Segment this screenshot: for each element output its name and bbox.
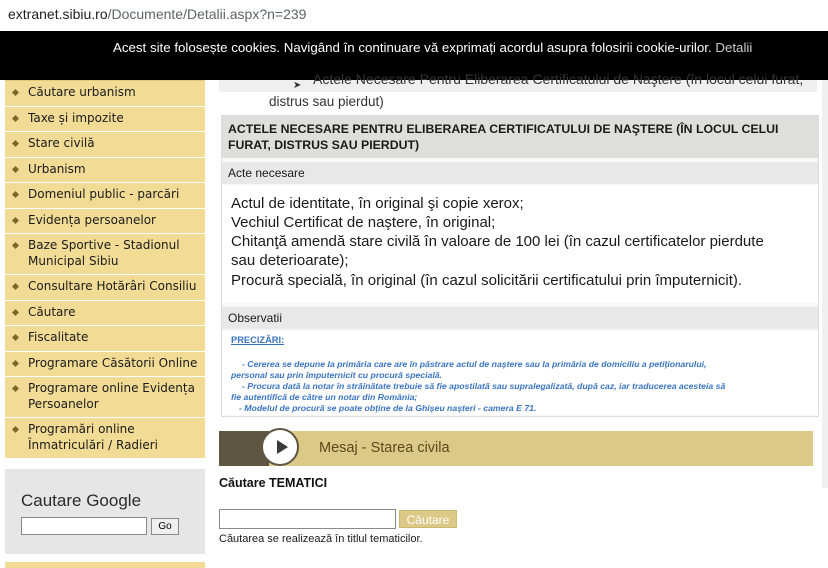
sidebar-item-label: Căutare — [28, 304, 76, 319]
bullet-icon — [11, 139, 20, 148]
sidebar-menu: Căutare urbanism Taxe și impozite Stare … — [5, 80, 205, 459]
sidebar-item-label: Căutare urbanism — [28, 85, 136, 99]
sidebar-item-label: Consultare Hotărâri Consiliu — [28, 279, 197, 293]
bullet-icon — [11, 88, 20, 97]
bullet-icon — [11, 165, 20, 173]
sidebar-item-label: Stare civilă — [28, 136, 95, 150]
bullet-icon — [11, 359, 20, 367]
search-tematici-title: Căutare TEMATICI — [219, 476, 328, 490]
sidebar-item-consultare-hotarari[interactable]: Consultare Hotărâri Consiliu — [5, 275, 205, 301]
sidebar-item-label: Domeniul public - parcări — [28, 187, 180, 201]
google-search-box: Cautare Google Go — [5, 469, 205, 554]
sidebar-item-programare-evidenta[interactable]: Programare online Evidența Persoanelor — [5, 377, 205, 418]
sidebar-item-taxe-impozite[interactable]: Taxe și impozite — [5, 107, 205, 132]
acte-necesare-header: Acte necesare — [222, 162, 818, 184]
search-tematici-note: Căutarea se realizează în titlul tematic… — [219, 533, 423, 545]
url-path: /Documente/Detalii.aspx?n=239 — [107, 6, 307, 22]
acte-line: Actul de identitate, în original şi copi… — [231, 195, 524, 212]
bullet-icon — [11, 308, 20, 316]
play-triangle-icon — [277, 440, 288, 454]
scrollbar-gap — [822, 488, 828, 568]
acte-line: Chitanţă amendă stare civilă în valoare … — [231, 233, 764, 250]
scrollbar-track[interactable] — [822, 80, 828, 488]
sidebar-item-domeniul-public[interactable]: Domeniul public - parcări — [5, 183, 205, 209]
sidebar-item-label: Programări online Înmatriculări / Radier… — [28, 422, 159, 452]
address-bar[interactable]: extranet.sibiu.ro/Documente/Detalii.aspx… — [0, 0, 828, 31]
sidebar-item-baze-sportive[interactable]: Baze Sportive - Stadionul Municipal Sibi… — [5, 234, 205, 275]
bullet-icon — [11, 190, 20, 199]
bullet-icon — [11, 425, 20, 434]
cookie-details-link[interactable]: Detalii — [715, 40, 752, 55]
play-icon[interactable] — [261, 428, 299, 466]
bullet-icon — [11, 282, 20, 291]
sidebar-item-cautare-urbanism[interactable]: Căutare urbanism — [5, 81, 205, 107]
sidebar-item-stare-civila[interactable]: Stare civilă — [5, 132, 205, 158]
bullet-icon — [11, 216, 20, 224]
sidebar-item-label: Fiscalitate — [28, 330, 89, 344]
acte-line: sau deterioarate); — [231, 252, 349, 269]
obs-line: personal sau prin împuternicit cu procur… — [231, 370, 442, 380]
mesaj-text: Mesaj - Starea civila — [319, 440, 450, 456]
search-tematici-button[interactable]: Căutare — [399, 510, 457, 528]
sidebar-bottom-strip — [5, 562, 205, 568]
bullet-icon — [11, 114, 20, 122]
sidebar-item-label: Urbanism — [28, 161, 86, 176]
precizari-link[interactable]: PRECIZĂRI: — [231, 335, 284, 345]
cookie-text: Acest site folosește cookies. Navigând î… — [113, 40, 712, 55]
acte-line: Vechiul Certificat de naştere, în origin… — [231, 214, 496, 231]
sidebar-item-urbanism[interactable]: Urbanism — [5, 158, 205, 183]
bullet-icon — [11, 333, 20, 342]
observatii-body: PRECIZĂRI: - Cererea se depune la primăr… — [222, 331, 818, 415]
bullet-icon — [11, 241, 20, 250]
google-search-input[interactable] — [21, 517, 147, 535]
document-panel: ACTELE NECESARE PENTRU ELIBERAREA CERTIF… — [221, 115, 819, 417]
acte-necesare-body: Actul de identitate, în original şi copi… — [222, 185, 818, 303]
observatii-header: Observatii — [222, 307, 818, 329]
search-tematici-input[interactable] — [219, 509, 396, 529]
sidebar-item-programare-casatorii[interactable]: Programare Căsătorii Online — [5, 352, 205, 377]
obs-line: fie autentifică de către un notar din Ro… — [231, 392, 418, 402]
sidebar-item-label: Baze Sportive - Stadionul Municipal Sibi… — [28, 238, 180, 268]
breadcrumb-arrow-icon: ➤ — [293, 80, 302, 91]
obs-line: - Modelul de procură se poate obţine de … — [239, 403, 537, 413]
sidebar-item-label: Evidența persoanelor — [28, 212, 156, 227]
obs-line: - Procura dată la notar în străinătate t… — [242, 381, 726, 391]
url-host: extranet.sibiu.ro — [8, 6, 108, 22]
google-go-button[interactable]: Go — [151, 518, 179, 535]
acte-line: Procură specială, în original (în cazul … — [231, 272, 743, 289]
breadcrumb-line-1[interactable]: Actele Necesare Pentru Eliberarea Certif… — [313, 71, 803, 87]
mesaj-bar[interactable]: Mesaj - Starea civila — [219, 431, 813, 466]
sidebar-item-label: Taxe și impozite — [28, 110, 124, 125]
sidebar-item-fiscalitate[interactable]: Fiscalitate — [5, 326, 205, 352]
url-text[interactable]: extranet.sibiu.ro/Documente/Detalii.aspx… — [8, 6, 306, 22]
sidebar: Căutare urbanism Taxe și impozite Stare … — [5, 80, 205, 459]
bullet-icon — [11, 384, 20, 393]
document-title: ACTELE NECESARE PENTRU ELIBERAREA CERTIF… — [228, 122, 779, 152]
google-search-title: Cautare Google — [21, 491, 142, 510]
sidebar-item-label: Programare online Evidența Persoanelor — [28, 381, 195, 411]
sidebar-item-cautare[interactable]: Căutare — [5, 301, 205, 326]
document-title-box: ACTELE NECESARE PENTRU ELIBERAREA CERTIF… — [222, 116, 818, 158]
sidebar-item-label: Programare Căsătorii Online — [28, 355, 198, 370]
sidebar-item-evidenta-persoanelor[interactable]: Evidența persoanelor — [5, 209, 205, 234]
sidebar-item-programari-inmatriculari[interactable]: Programări online Înmatriculări / Radier… — [5, 418, 205, 459]
obs-line: - Cererea se depune la primăria care are… — [242, 359, 707, 369]
cookie-message: Acest site folosește cookies. Navigând î… — [113, 40, 752, 55]
breadcrumb-line-2[interactable]: distrus sau pierdut) — [269, 94, 384, 109]
